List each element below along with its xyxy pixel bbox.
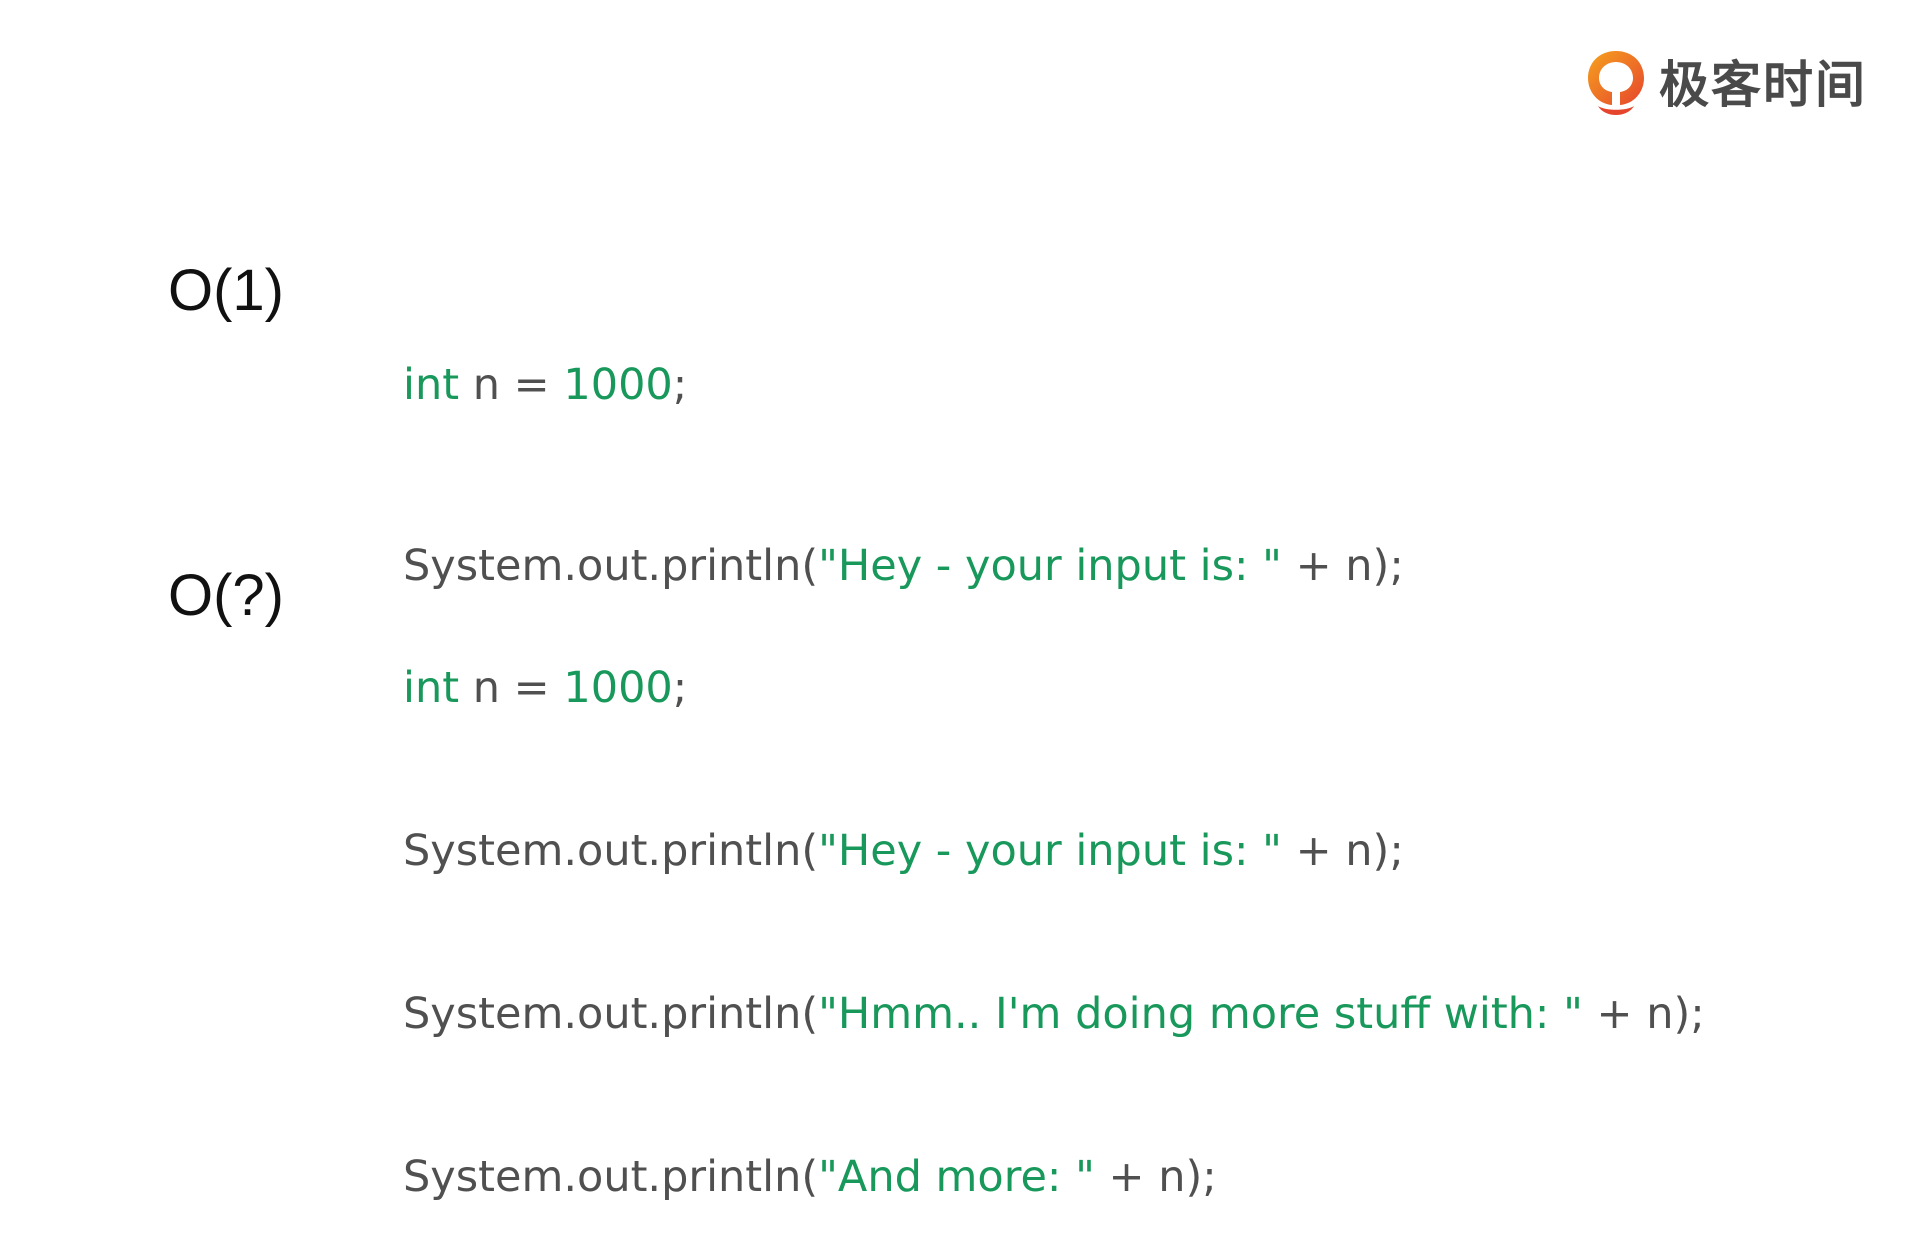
code-token-str: "Hmm.. I'm doing more stuff with: ": [818, 989, 1583, 1039]
code-line: int n = 1000;: [403, 354, 1404, 417]
code-token-plain: + n);: [1094, 1152, 1217, 1202]
code-token-plain: ;: [672, 663, 688, 713]
code-line: System.out.println("Hey - your input is:…: [403, 820, 1705, 883]
code-token-str: "Hey - your input is: ": [818, 826, 1282, 876]
code-line: System.out.println("Hmm.. I'm doing more…: [403, 983, 1705, 1046]
code-token-num: 1000: [563, 663, 673, 713]
code-line: int n = 1000;: [403, 657, 1705, 720]
code-token-num: 1000: [563, 360, 673, 410]
brand-logo: 极客时间: [1585, 48, 1867, 122]
code-line: System.out.println("And more: " + n);: [403, 1146, 1705, 1209]
code-token-plain: ;: [672, 360, 688, 410]
code-token-kw: int: [403, 663, 460, 713]
code-block-unknown: int n = 1000; System.out.println("Hey - …: [403, 557, 1705, 1259]
code-token-plain: System.out.println(: [403, 826, 819, 876]
complexity-label-unknown: O(?): [168, 563, 284, 628]
code-token-plain: System.out.println(: [403, 989, 819, 1039]
code-token-str: "And more: ": [818, 1152, 1095, 1202]
code-token-plain: + n);: [1582, 989, 1705, 1039]
code-token-plain: n =: [459, 360, 564, 410]
complexity-label-constant: O(1): [168, 258, 284, 323]
brand-name: 极客时间: [1659, 56, 1867, 114]
code-token-plain: n =: [459, 663, 564, 713]
geektime-logo-icon: [1588, 51, 1644, 115]
code-token-plain: + n);: [1281, 826, 1404, 876]
code-token-plain: System.out.println(: [403, 1152, 819, 1202]
code-token-kw: int: [403, 360, 460, 410]
